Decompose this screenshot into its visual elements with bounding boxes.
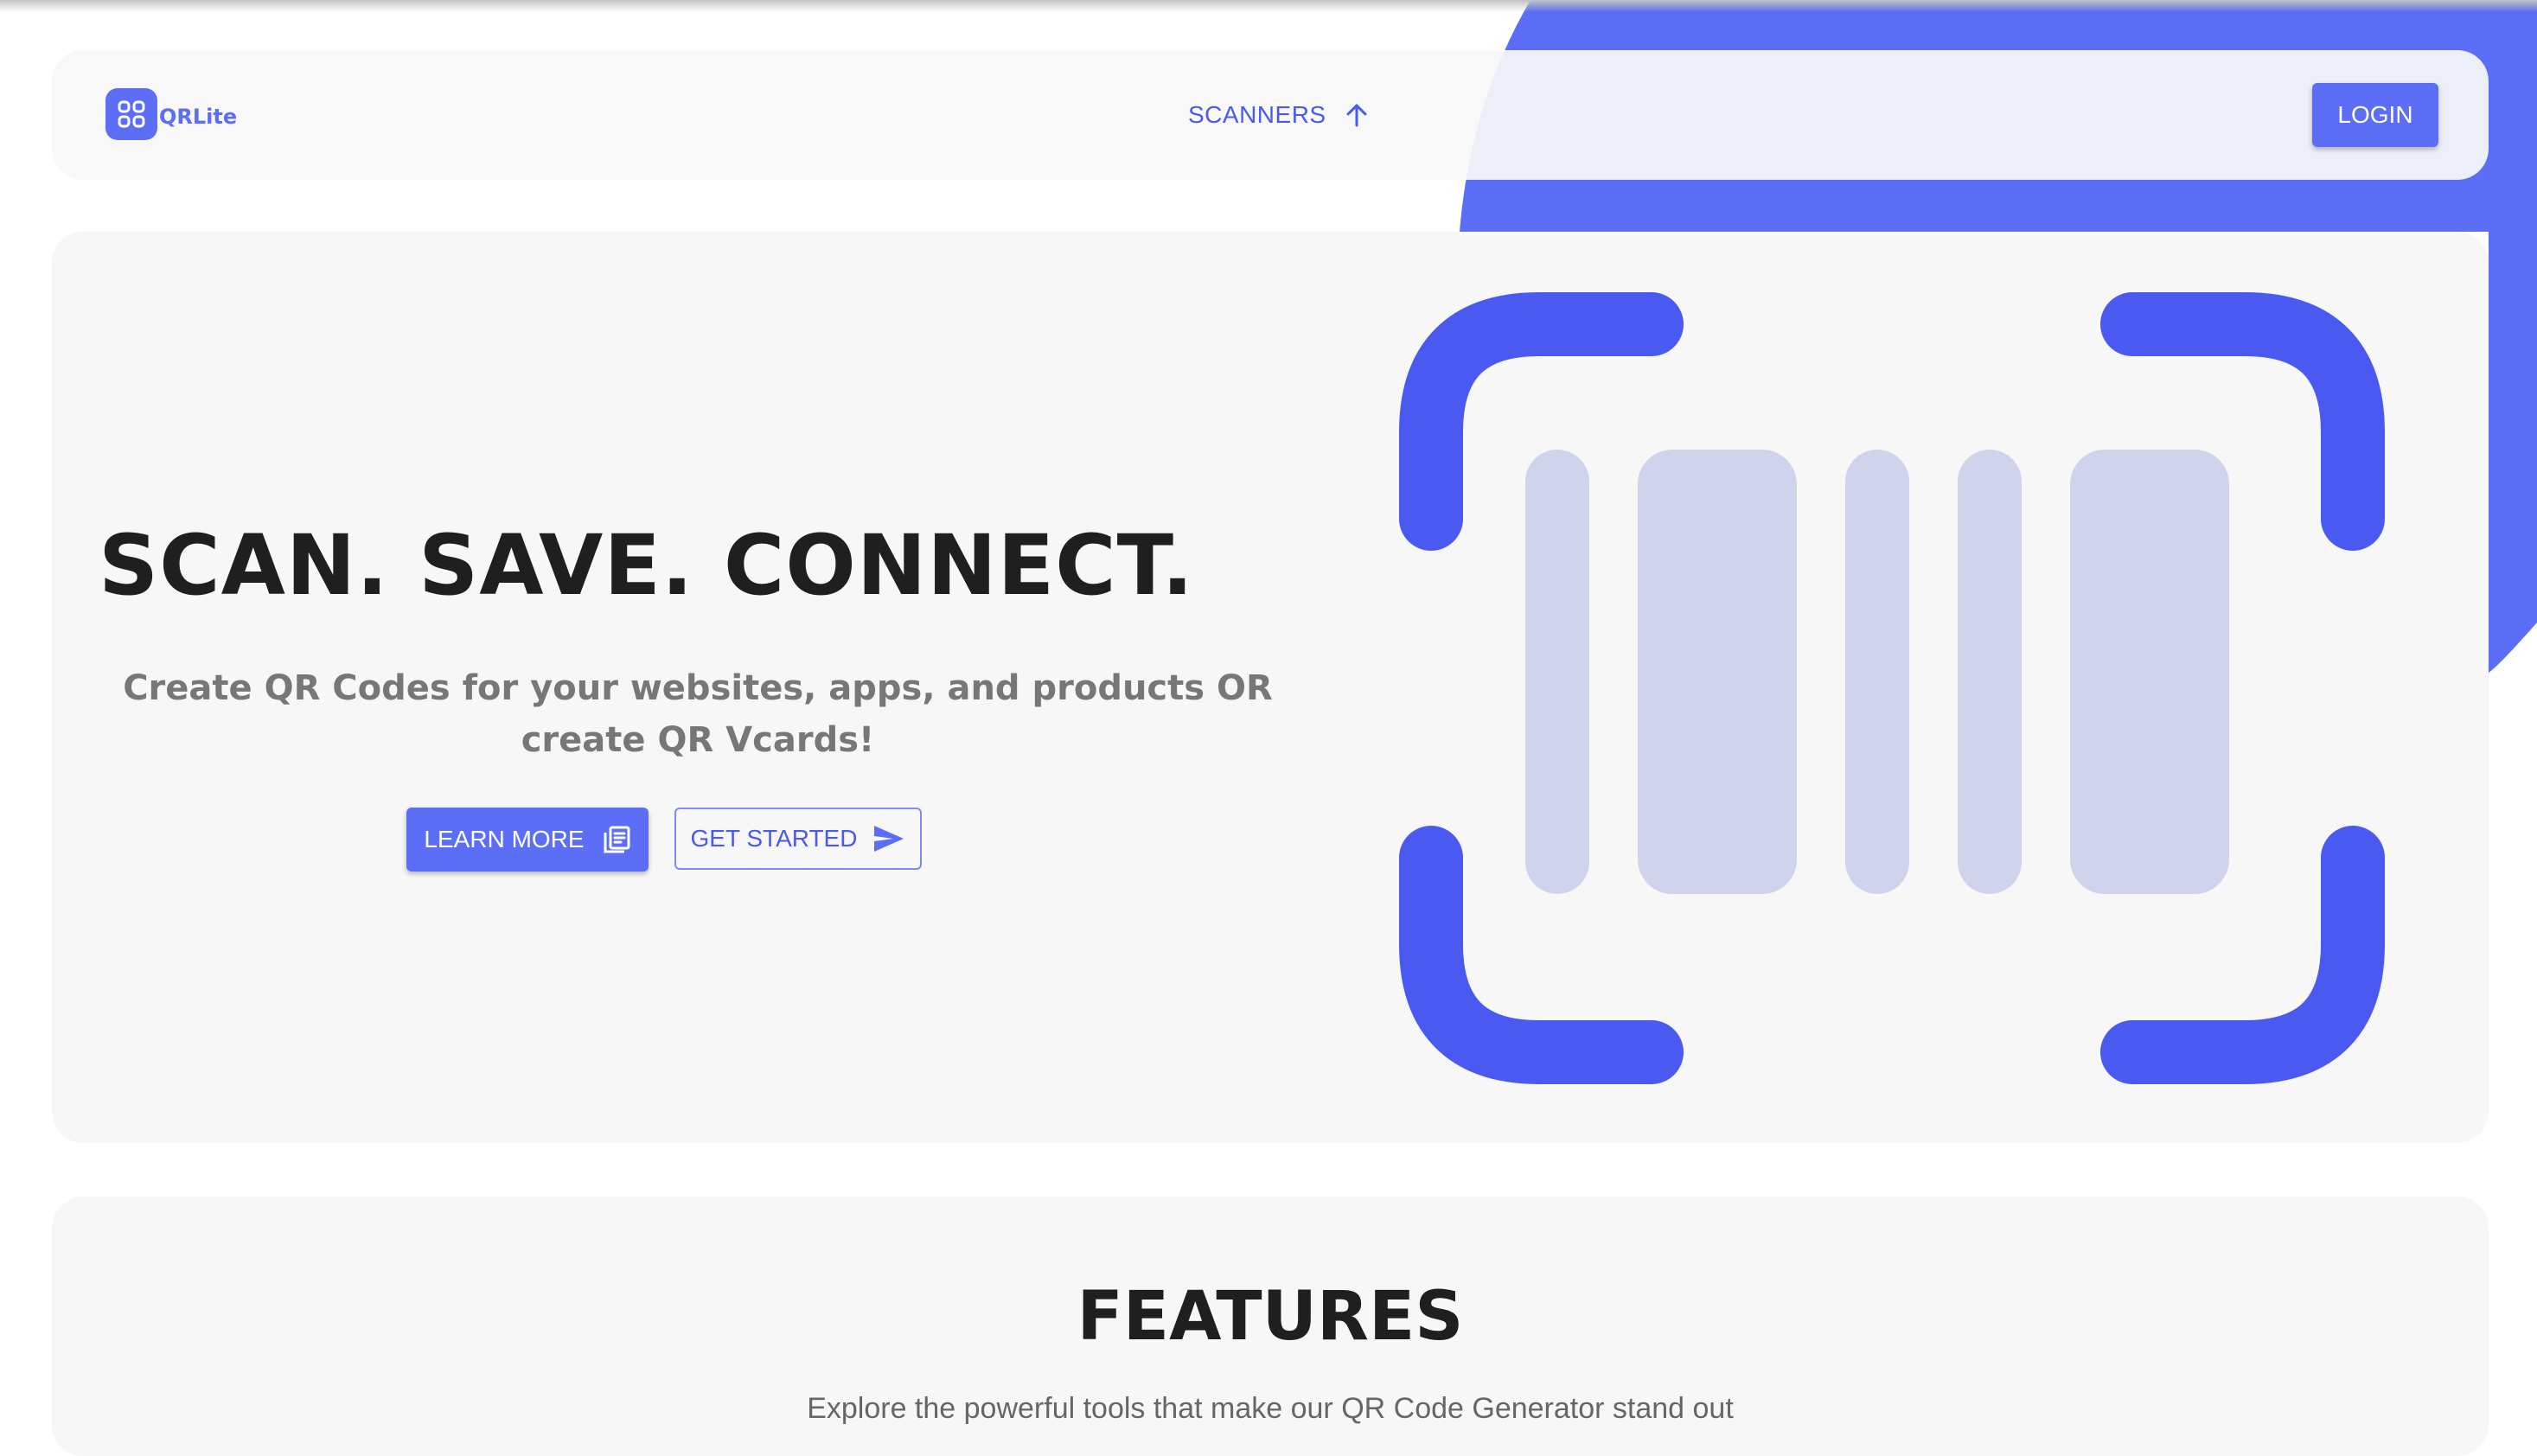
features-section: FEATURES Explore the powerful tools that… — [52, 1197, 2489, 1456]
top-shadow — [0, 0, 2537, 12]
qr-scan-icon — [105, 88, 157, 140]
barcode-scanner-illustration — [1399, 292, 2385, 1084]
hero-section: SCAN. SAVE. CONNECT. Create QR Codes for… — [52, 232, 2489, 1143]
arrow-up-icon — [1346, 104, 1367, 127]
document-list-icon — [604, 826, 630, 853]
brand-name: QRLite — [159, 105, 238, 129]
nav-scanners-link[interactable]: SCANNERS — [1188, 93, 1370, 137]
learn-more-button[interactable]: LEARN MORE — [406, 808, 649, 872]
logo[interactable]: QRLite — [105, 88, 237, 140]
send-icon — [874, 826, 904, 852]
login-button[interactable]: LOGIN — [2312, 83, 2438, 147]
navbar: QRLite SCANNERS LOGIN — [52, 50, 2489, 180]
get-started-label: GET STARTED — [690, 825, 858, 852]
hero-headline: SCAN. SAVE. CONNECT. — [99, 517, 1194, 614]
scanner-bars — [1525, 450, 2229, 894]
features-title: FEATURES — [1077, 1278, 1464, 1356]
hero-subtitle: Create QR Codes for your websites, apps,… — [123, 668, 1273, 760]
nav-scanners-label: SCANNERS — [1188, 101, 1326, 128]
features-description: Explore the powerful tools that make our… — [807, 1392, 1734, 1425]
learn-more-label: LEARN MORE — [424, 826, 585, 853]
get-started-button[interactable]: GET STARTED — [674, 808, 922, 870]
